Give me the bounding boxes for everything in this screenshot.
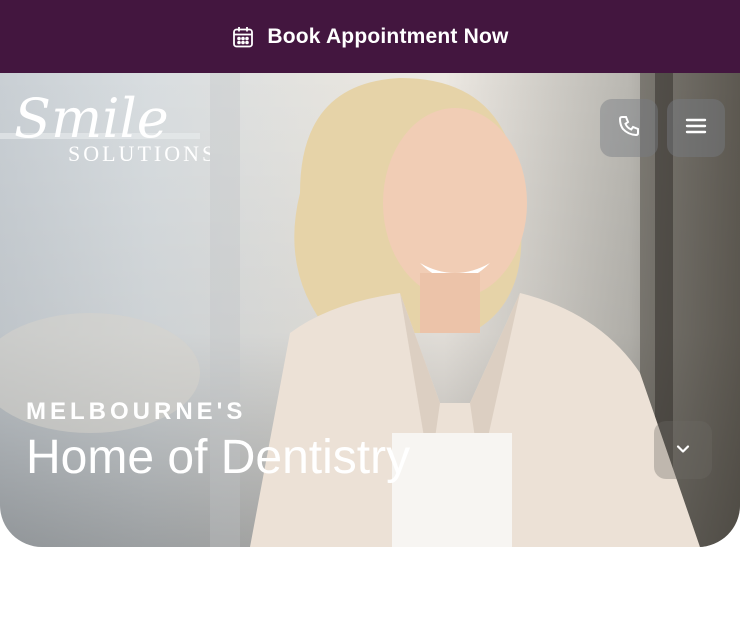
scroll-down-button[interactable] — [654, 421, 712, 479]
smile-solutions-logo[interactable]: Smile SOLUTIONS — [14, 85, 210, 175]
hero-eyebrow: MELBOURNE'S — [26, 398, 247, 425]
menu-button[interactable] — [667, 99, 725, 157]
chevron-down-icon — [675, 441, 691, 459]
book-appointment-bar[interactable]: Book Appointment Now — [0, 0, 740, 73]
hero-headline: Home of Dentistry — [26, 431, 411, 484]
phone-icon — [617, 114, 641, 143]
call-button[interactable] — [600, 99, 658, 157]
hamburger-menu-icon — [685, 117, 707, 140]
svg-text:SOLUTIONS: SOLUTIONS — [68, 141, 210, 166]
hero-banner: Smile SOLUTIONS MELBOURNE'S Home of Dent… — [0, 73, 740, 547]
book-appointment-label: Book Appointment Now — [267, 24, 509, 48]
calendar-icon — [231, 25, 255, 49]
